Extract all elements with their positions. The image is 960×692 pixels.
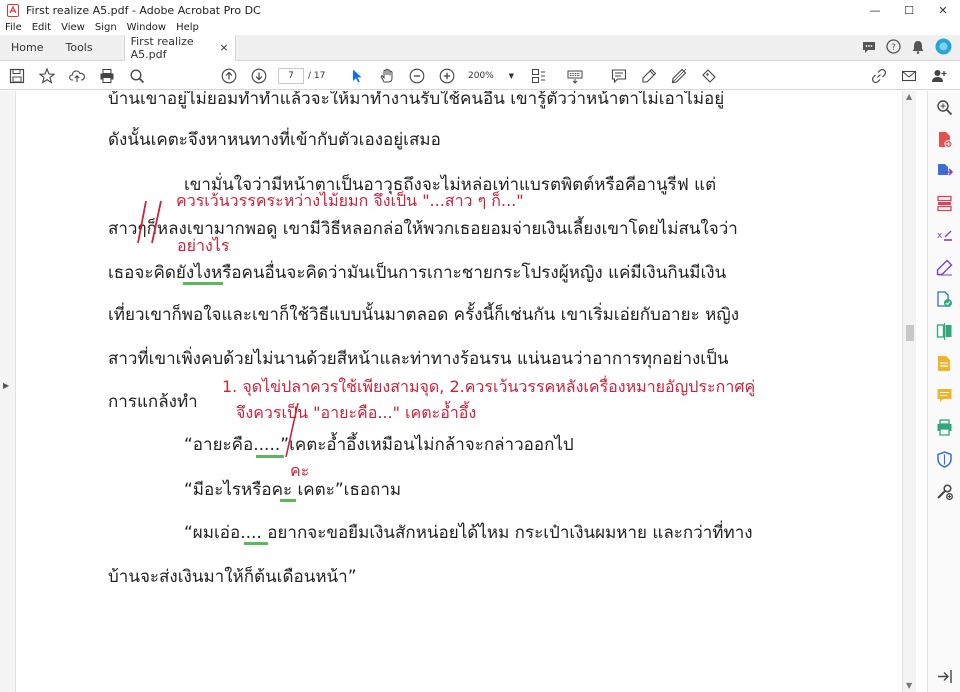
page-layout-icon[interactable] bbox=[530, 67, 548, 85]
insert-space-mark[interactable] bbox=[134, 199, 174, 245]
more-tools-icon[interactable] bbox=[934, 481, 954, 501]
print-production-icon[interactable] bbox=[934, 417, 954, 437]
title-bar: First realize A5.pdf - Adobe Acrobat Pro… bbox=[0, 0, 960, 20]
page-up-icon[interactable] bbox=[220, 67, 238, 85]
fill-and-sign-icon[interactable] bbox=[934, 257, 954, 277]
zoom-in-icon[interactable] bbox=[438, 67, 456, 85]
highlight-underline[interactable] bbox=[256, 455, 284, 458]
zoom-level-dropdown[interactable]: 200% ▼ bbox=[466, 68, 516, 84]
menu-help[interactable]: Help bbox=[171, 22, 204, 33]
text-line-8: การแกล้งทำ bbox=[108, 392, 198, 412]
scroll-down-arrow-icon[interactable]: ▼ bbox=[906, 681, 912, 690]
svg-text:?: ? bbox=[891, 43, 896, 53]
menu-edit[interactable]: Edit bbox=[27, 22, 56, 33]
page-down-icon[interactable] bbox=[250, 67, 268, 85]
comment-bubble-icon[interactable] bbox=[862, 40, 876, 57]
redact-edit-icon[interactable]: x bbox=[934, 225, 954, 245]
text-line-2: ดังนั้นเคตะจึงหาหนทางที่เข้ากับตัวเองอยู… bbox=[108, 130, 441, 150]
close-window-button[interactable]: ✕ bbox=[926, 0, 960, 20]
text-line-12: บ้านจะส่งเงินมาให้ก็ต้นเดือนหน้า” bbox=[108, 567, 357, 587]
chevron-right-icon: ▶ bbox=[3, 381, 10, 390]
highlight-underline[interactable] bbox=[244, 542, 268, 545]
hand-pan-icon[interactable] bbox=[378, 67, 396, 85]
send-for-signature-icon[interactable] bbox=[934, 289, 954, 309]
compare-files-icon[interactable] bbox=[934, 321, 954, 341]
document-tab-label: First realize A5.pdf bbox=[130, 34, 194, 61]
annotation-kha-fix[interactable]: คะ bbox=[290, 459, 309, 484]
star-bookmark-icon[interactable] bbox=[38, 67, 56, 85]
menu-sign[interactable]: Sign bbox=[90, 22, 122, 33]
menu-bar: File Edit View Sign Window Help bbox=[0, 20, 960, 35]
highlight-underline[interactable] bbox=[280, 499, 296, 502]
menu-window[interactable]: Window bbox=[122, 22, 171, 33]
comment-tool-icon[interactable] bbox=[934, 385, 954, 405]
annotation-spacing-note[interactable]: ควรเว้นวรรคระหว่างไม้ยมก จึงเป็น "...สาว… bbox=[176, 189, 524, 214]
zoom-out-icon[interactable] bbox=[408, 67, 426, 85]
scroll-thumb[interactable] bbox=[906, 325, 914, 341]
export-pdf-icon[interactable] bbox=[934, 161, 954, 181]
add-user-icon[interactable] bbox=[930, 67, 948, 85]
annotation-word-fix[interactable]: อย่างไร bbox=[177, 234, 229, 259]
menu-file[interactable]: File bbox=[0, 22, 27, 33]
annotation-ellipsis-note-2[interactable]: จึงควรเป็น "อายะคือ..." เคตะอ้ำอึ้ง bbox=[236, 401, 476, 426]
close-tab-button[interactable]: × bbox=[219, 41, 228, 54]
share-link-icon[interactable] bbox=[870, 67, 888, 85]
tab-document[interactable]: First realize A5.pdf × bbox=[123, 34, 236, 61]
left-navigation-pane-toggle[interactable]: ▶ bbox=[0, 91, 16, 692]
svg-text:x: x bbox=[937, 231, 943, 241]
tab-bar: Home Tools First realize A5.pdf × ? bbox=[0, 34, 960, 61]
tab-home[interactable]: Home bbox=[0, 35, 54, 61]
menu-view[interactable]: View bbox=[56, 22, 90, 33]
print-icon[interactable] bbox=[98, 67, 116, 85]
create-pdf-icon[interactable] bbox=[934, 129, 954, 149]
organize-pages-icon[interactable] bbox=[934, 193, 954, 213]
expand-panel-arrow-icon[interactable] bbox=[934, 666, 954, 686]
select-cursor-icon[interactable] bbox=[348, 67, 366, 85]
chevron-down-icon: ▼ bbox=[508, 72, 514, 80]
minimize-button[interactable]: — bbox=[858, 0, 892, 20]
zoom-level-value: 200% bbox=[468, 71, 494, 81]
annotation-ellipsis-note-1[interactable]: 1. จุดไข่ปลาควรใช้เพียงสามจุด, 2.ควรเว้น… bbox=[222, 375, 755, 400]
zoom-tool-icon[interactable] bbox=[934, 97, 954, 117]
save-icon[interactable] bbox=[8, 67, 26, 85]
keyboard-tools-icon[interactable] bbox=[566, 67, 584, 85]
user-avatar[interactable] bbox=[935, 38, 952, 58]
bell-icon[interactable] bbox=[911, 40, 925, 57]
protect-shield-icon[interactable] bbox=[934, 449, 954, 469]
help-icon[interactable]: ? bbox=[886, 39, 901, 57]
text-line-1: บ้านเขาอยู่ไม่ยอมทำทำแล้วจะให้มาทำงานรับ… bbox=[108, 91, 725, 109]
page-number-input[interactable]: 7 bbox=[278, 68, 304, 84]
text-line-6: เที่ยวเขาก็พอใจและเขาก็ใช้วิธีแบบนั้นมาต… bbox=[108, 305, 740, 325]
text-line-11: “ผมเอ่อ.... อยากจะขอยืมเงินสักหน่อยได้ไห… bbox=[184, 523, 753, 543]
scroll-up-arrow-icon[interactable]: ▲ bbox=[906, 92, 912, 101]
main-toolbar: 7 / 17 200% ▼ bbox=[0, 61, 960, 90]
text-line-9: “อายะคือ.....”เคตะอ้ำอึ้งเหมือนไม่กล้าจะ… bbox=[184, 435, 574, 455]
right-tools-panel: x bbox=[927, 91, 960, 692]
document-page[interactable]: บ้านเขาอยู่ไม่ยอมทำทำแล้วจะให้มาทำงานรับ… bbox=[16, 91, 902, 692]
maximize-button[interactable]: ☐ bbox=[892, 0, 926, 20]
cloud-upload-icon[interactable] bbox=[68, 67, 86, 85]
comment-icon[interactable] bbox=[610, 67, 628, 85]
tab-tools[interactable]: Tools bbox=[54, 35, 103, 61]
highlight-pen-icon[interactable] bbox=[640, 67, 658, 85]
highlight-underline[interactable] bbox=[183, 282, 223, 285]
draw-pencil-icon[interactable] bbox=[670, 67, 688, 85]
email-envelope-icon[interactable] bbox=[900, 67, 918, 85]
search-zoom-icon[interactable] bbox=[128, 67, 146, 85]
vertical-scrollbar[interactable]: ▲ ▼ bbox=[902, 91, 916, 692]
page-total: / 17 bbox=[308, 71, 326, 81]
window-title: First realize A5.pdf - Adobe Acrobat Pro… bbox=[26, 3, 261, 17]
text-line-7: สาวที่เขาเพิ่งคบด้วยไม่นานด้วยสีหน้าและท… bbox=[108, 349, 729, 369]
scan-ocr-icon[interactable] bbox=[934, 353, 954, 373]
fill-sign-icon[interactable] bbox=[700, 67, 718, 85]
acrobat-app-icon bbox=[6, 3, 20, 17]
